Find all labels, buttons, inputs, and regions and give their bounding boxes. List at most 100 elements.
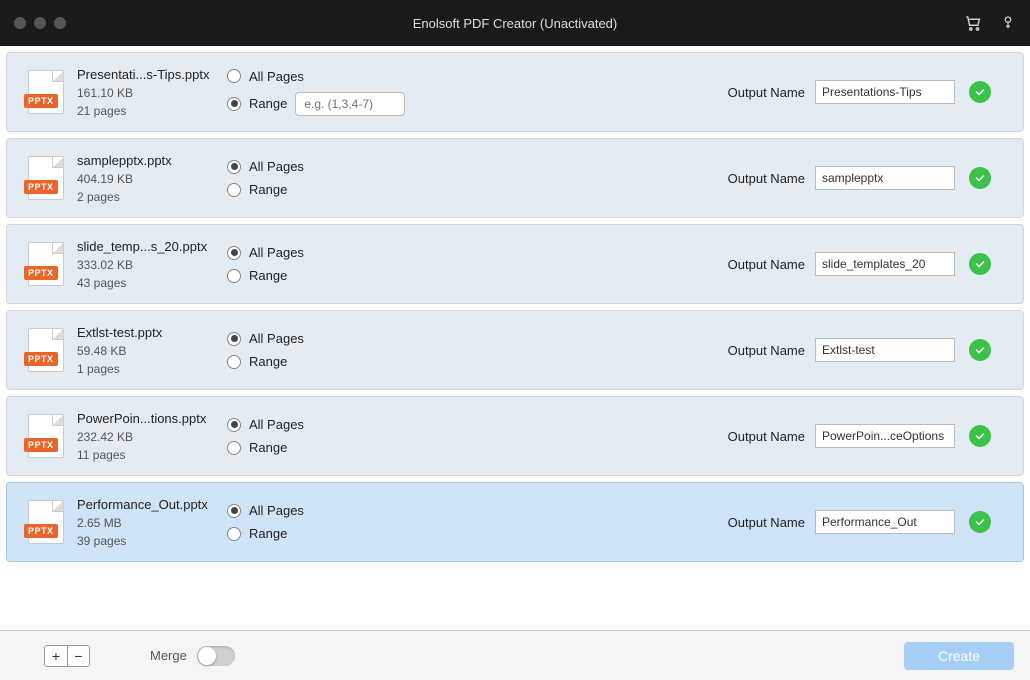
file-type-icon: PPTX xyxy=(25,156,67,200)
output-name-input[interactable] xyxy=(815,166,955,190)
file-type-tag: PPTX xyxy=(24,352,58,366)
status-column xyxy=(955,425,1005,447)
file-page-count: 43 pages xyxy=(77,276,227,290)
zoom-window-button[interactable] xyxy=(54,17,66,29)
minimize-window-button[interactable] xyxy=(34,17,46,29)
file-page-count: 1 pages xyxy=(77,362,227,376)
close-window-button[interactable] xyxy=(14,17,26,29)
range-label: Range xyxy=(249,182,287,197)
file-name: Extlst-test.pptx xyxy=(77,325,227,340)
all-pages-radio[interactable] xyxy=(227,418,241,432)
file-size: 333.02 KB xyxy=(77,258,227,272)
all-pages-label: All Pages xyxy=(249,159,304,174)
all-pages-radio[interactable] xyxy=(227,246,241,260)
output-column: Output Name xyxy=(728,510,955,534)
output-name-input[interactable] xyxy=(815,338,955,362)
file-info: slide_temp...s_20.pptx333.02 KB43 pages xyxy=(67,239,227,290)
status-column xyxy=(955,81,1005,103)
remove-file-button[interactable]: − xyxy=(67,646,89,666)
output-name-label: Output Name xyxy=(728,171,805,186)
status-column xyxy=(955,167,1005,189)
file-name: samplepptx.pptx xyxy=(77,153,227,168)
output-column: Output Name xyxy=(728,424,955,448)
file-row[interactable]: PPTXPerformance_Out.pptx2.65 MB39 pagesA… xyxy=(6,482,1024,562)
range-radio[interactable] xyxy=(227,183,241,197)
page-selection: All Pages Range xyxy=(227,331,477,369)
range-radio[interactable] xyxy=(227,269,241,283)
range-radio[interactable] xyxy=(227,97,241,111)
file-type-tag: PPTX xyxy=(24,438,58,452)
status-success-icon xyxy=(969,425,991,447)
merge-toggle[interactable] xyxy=(197,646,235,666)
file-info: PowerPoin...tions.pptx 232.42 KB 11 pages xyxy=(67,411,227,462)
file-name: Performance_Out.pptx xyxy=(77,497,227,512)
output-column: Output Name xyxy=(728,166,955,190)
range-label: Range xyxy=(249,268,287,283)
file-page-count: 39 pages xyxy=(77,534,227,548)
output-name-label: Output Name xyxy=(728,257,805,272)
output-name-input[interactable] xyxy=(815,510,955,534)
all-pages-label: All Pages xyxy=(249,331,304,346)
file-info: samplepptx.pptx404.19 KB2 pages xyxy=(67,153,227,204)
output-name-input[interactable] xyxy=(815,252,955,276)
output-name-input[interactable] xyxy=(815,424,955,448)
status-column xyxy=(955,339,1005,361)
output-name-label: Output Name xyxy=(728,429,805,444)
page-selection: All PagesRange xyxy=(227,417,477,455)
file-type-tag: PPTX xyxy=(24,94,58,108)
all-pages-label: All Pages xyxy=(249,69,304,84)
range-radio[interactable] xyxy=(227,527,241,541)
file-row[interactable]: PPTX Presentati...s-Tips.pptx161.10 KB21 … xyxy=(6,52,1024,132)
output-name-label: Output Name xyxy=(728,343,805,358)
file-name: PowerPoin...tions.pptx xyxy=(77,411,227,426)
file-type-tag: PPTX xyxy=(24,524,58,538)
cart-icon[interactable] xyxy=(964,14,982,32)
output-column: Output Name xyxy=(728,80,955,104)
status-success-icon xyxy=(969,253,991,275)
file-info: Extlst-test.pptx 59.48 KB 1 pages xyxy=(67,325,227,376)
range-label: Range xyxy=(249,440,287,455)
file-row[interactable]: PPTXslide_temp...s_20.pptx333.02 KB43 pa… xyxy=(6,224,1024,304)
status-success-icon xyxy=(969,81,991,103)
output-name-label: Output Name xyxy=(728,85,805,100)
file-row[interactable]: PPTXsamplepptx.pptx404.19 KB2 pagesAll P… xyxy=(6,138,1024,218)
file-row[interactable]: PPTXExtlst-test.pptx59.48 KB1 pagesAll P… xyxy=(6,310,1024,390)
all-pages-radio[interactable] xyxy=(227,332,241,346)
titlebar: Enolsoft PDF Creator (Unactivated) xyxy=(0,0,1030,46)
status-column xyxy=(955,511,1005,533)
file-info: Presentati...s-Tips.pptx161.10 KB21 page… xyxy=(67,67,227,118)
file-size: 232.42 KB xyxy=(77,430,227,444)
key-icon[interactable] xyxy=(1000,15,1016,31)
range-radio[interactable] xyxy=(227,355,241,369)
all-pages-radio[interactable] xyxy=(227,160,241,174)
file-type-icon: PPTX xyxy=(25,414,67,458)
add-file-button[interactable]: + xyxy=(45,646,67,666)
output-name-input[interactable] xyxy=(815,80,955,104)
range-label: Range xyxy=(249,526,287,541)
all-pages-radio[interactable] xyxy=(227,69,241,83)
merge-label: Merge xyxy=(150,648,187,663)
status-success-icon xyxy=(969,339,991,361)
range-input[interactable] xyxy=(295,92,405,116)
output-name-label: Output Name xyxy=(728,515,805,530)
range-radio[interactable] xyxy=(227,441,241,455)
file-size: 2.65 MB xyxy=(77,516,227,530)
add-remove-group: + − xyxy=(44,645,90,667)
all-pages-label: All Pages xyxy=(249,503,304,518)
range-label: Range xyxy=(249,354,287,369)
page-selection: All Pages Range xyxy=(227,503,477,541)
status-success-icon xyxy=(969,167,991,189)
file-page-count: 11 pages xyxy=(77,448,227,462)
page-selection: All Pages Range xyxy=(227,159,477,197)
page-selection: All PagesRange xyxy=(227,69,477,116)
file-type-icon: PPTX xyxy=(25,328,67,372)
create-button[interactable]: Create xyxy=(904,642,1014,670)
file-type-icon: PPTX xyxy=(25,500,67,544)
all-pages-radio[interactable] xyxy=(227,504,241,518)
bottom-toolbar: + − Merge Create xyxy=(0,630,1030,680)
file-size: 59.48 KB xyxy=(77,344,227,358)
file-row[interactable]: PPTX PowerPoin...tions.pptx 232.42 KB 11 pa… xyxy=(6,396,1024,476)
status-success-icon xyxy=(969,511,991,533)
output-column: Output Name xyxy=(728,252,955,276)
file-size: 404.19 KB xyxy=(77,172,227,186)
